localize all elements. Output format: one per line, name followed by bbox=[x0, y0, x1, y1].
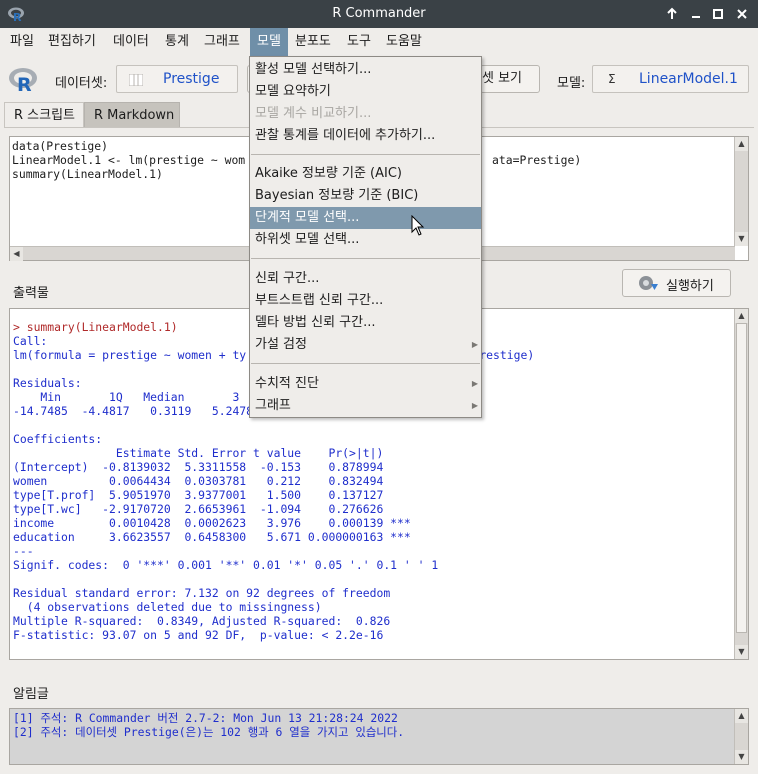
mouse-cursor-icon bbox=[411, 215, 425, 236]
menu-numerical-diagnostics[interactable]: 수치적 진단 ▶ bbox=[250, 373, 481, 395]
submenu-arrow-icon: ▶ bbox=[471, 401, 478, 410]
gear-run-icon bbox=[639, 276, 658, 290]
menu-add-observation-stats[interactable]: 관찰 통계를 데이터에 추가하기... bbox=[250, 125, 481, 147]
menu-tools[interactable]: 도구 bbox=[347, 28, 371, 56]
tab-r-markdown[interactable]: R Markdown bbox=[84, 102, 180, 128]
menu-separator bbox=[251, 258, 480, 259]
submenu-arrow-icon: ▶ bbox=[471, 379, 478, 388]
output-label: 출력물 bbox=[13, 286, 49, 301]
menu-file[interactable]: 파일 bbox=[10, 28, 34, 56]
menu-models[interactable]: 모델 bbox=[250, 28, 288, 56]
menu-hypothesis-tests[interactable]: 가설 검정 ▶ bbox=[250, 334, 481, 356]
menu-graphs[interactable]: 그래프 bbox=[204, 28, 240, 56]
window-title: R Commander bbox=[332, 6, 426, 21]
submenu-arrow-icon: ▶ bbox=[471, 340, 478, 349]
scroll-down-icon[interactable]: ▼ bbox=[735, 645, 748, 659]
minimize-icon[interactable] bbox=[687, 5, 705, 23]
scroll-up-icon[interactable]: ▲ bbox=[735, 709, 748, 723]
script-vscroll[interactable]: ▲ ▼ bbox=[734, 137, 748, 246]
scroll-down-icon[interactable]: ▼ bbox=[735, 232, 748, 246]
model-value: LinearModel.1 bbox=[639, 71, 738, 87]
dataset-label: 데이터셋: bbox=[55, 76, 108, 91]
menu-bic[interactable]: Bayesian 정보량 기준 (BIC) bbox=[250, 185, 481, 207]
menu-statistics[interactable]: 통계 bbox=[165, 28, 189, 56]
output-vscroll[interactable]: ▲ ▼ bbox=[734, 309, 748, 659]
menu-confidence-intervals[interactable]: 신뢰 구간... bbox=[250, 268, 481, 290]
dataset-selector[interactable]: Prestige bbox=[116, 65, 238, 93]
messages-vscroll[interactable]: ▲ ▼ bbox=[734, 709, 748, 764]
tab-r-script[interactable]: R 스크립트 bbox=[4, 102, 84, 128]
menu-hypothesis-tests-label: 가설 검정 bbox=[255, 337, 307, 352]
keep-above-icon[interactable] bbox=[663, 5, 681, 23]
models-dropdown-menu: 활성 모델 선택하기... 모델 요약하기 모델 계수 비교하기... 관찰 통… bbox=[249, 56, 482, 418]
sigma-icon: Σ bbox=[608, 72, 616, 86]
scroll-up-icon[interactable]: ▲ bbox=[735, 309, 748, 323]
menu-model-graphs-label: 그래프 bbox=[255, 398, 291, 413]
output-scroll-thumb[interactable] bbox=[736, 323, 747, 633]
menu-separator bbox=[251, 363, 480, 364]
view-dataset-button[interactable]: 셋 보기 bbox=[480, 65, 540, 93]
table-icon bbox=[129, 74, 143, 86]
menu-subset-selection[interactable]: 하위셋 모델 선택... bbox=[250, 229, 481, 251]
menu-help[interactable]: 도움말 bbox=[386, 28, 422, 56]
run-button-label: 실행하기 bbox=[666, 279, 714, 294]
menu-aic[interactable]: Akaike 정보량 기준 (AIC) bbox=[250, 163, 481, 185]
r-logo-icon: R bbox=[9, 68, 37, 94]
menu-model-graphs[interactable]: 그래프 ▶ bbox=[250, 395, 481, 417]
title-bar: R R Commander bbox=[0, 0, 758, 28]
svg-text:R: R bbox=[17, 74, 32, 94]
menu-select-active-model[interactable]: 활성 모델 선택하기... bbox=[250, 59, 481, 81]
menu-compare-coefficients: 모델 계수 비교하기... bbox=[255, 106, 372, 121]
menu-separator bbox=[251, 154, 480, 155]
maximize-icon[interactable] bbox=[709, 5, 727, 23]
messages-label: 알림글 bbox=[13, 687, 49, 702]
messages-text: [1] 주석: R Commander 버전 2.7-2: Mon Jun 13… bbox=[13, 711, 405, 739]
scroll-up-icon[interactable]: ▲ bbox=[735, 137, 748, 151]
menu-stepwise-selection[interactable]: 단계적 모델 선택... bbox=[250, 207, 481, 229]
menu-data[interactable]: 데이터 bbox=[113, 28, 149, 56]
scroll-down-icon[interactable]: ▼ bbox=[735, 750, 748, 764]
output-command: > summary(LinearModel.1) bbox=[13, 320, 178, 334]
run-button[interactable]: 실행하기 bbox=[622, 269, 731, 297]
menu-numerical-diagnostics-label: 수치적 진단 bbox=[255, 376, 319, 391]
dataset-value: Prestige bbox=[163, 71, 220, 87]
model-selector[interactable]: Σ LinearModel.1 bbox=[592, 65, 749, 93]
menu-bootstrap-ci[interactable]: 부트스트랩 신뢰 구간... bbox=[250, 290, 481, 312]
close-icon[interactable] bbox=[733, 5, 751, 23]
menu-summarize-model[interactable]: 모델 요약하기 bbox=[250, 81, 481, 103]
menu-bar: 파일 편집하기 데이터 통계 그래프 모델 분포도 도구 도움말 bbox=[0, 28, 758, 56]
menu-delta-method-ci[interactable]: 델타 방법 신뢰 구간... bbox=[250, 312, 481, 334]
messages-pane[interactable]: [1] 주석: R Commander 버전 2.7-2: Mon Jun 13… bbox=[9, 708, 749, 765]
model-label: 모델: bbox=[557, 76, 586, 91]
menu-edit[interactable]: 편집하기 bbox=[48, 28, 96, 56]
scroll-left-icon[interactable]: ◀ bbox=[10, 247, 23, 261]
menu-distributions[interactable]: 분포도 bbox=[295, 28, 331, 56]
